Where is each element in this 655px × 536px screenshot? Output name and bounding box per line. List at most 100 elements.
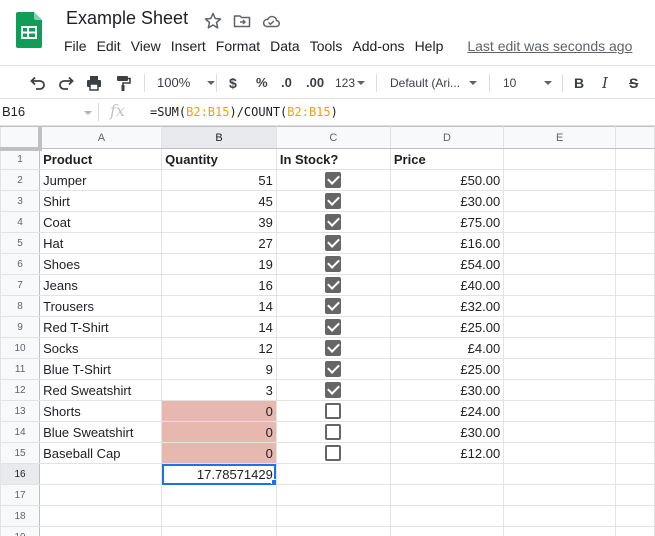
print-icon[interactable] — [84, 66, 104, 99]
column-header-c[interactable]: C — [275, 126, 391, 149]
cell-e[interactable] — [503, 484, 617, 506]
cell-price[interactable]: £24.00 — [389, 400, 505, 422]
cell-price[interactable]: £30.00 — [389, 379, 505, 401]
row-header[interactable]: 14 — [0, 421, 41, 443]
row-header[interactable]: 6 — [0, 253, 41, 275]
row-header[interactable]: 1 — [0, 148, 41, 170]
cell-in-stock[interactable] — [275, 463, 391, 485]
undo-icon[interactable] — [28, 66, 48, 99]
menu-view[interactable]: View — [131, 37, 168, 57]
increase-decimals-button[interactable]: .00 — [306, 66, 324, 99]
row-header[interactable]: 3 — [0, 190, 41, 212]
checkbox-checked[interactable] — [325, 382, 342, 399]
cell-e[interactable] — [503, 232, 617, 254]
header-cell-product[interactable]: Product — [39, 148, 163, 170]
cell-price[interactable] — [389, 526, 505, 536]
cell-e[interactable] — [503, 148, 617, 170]
cell-f[interactable] — [615, 484, 655, 506]
cell-quantity[interactable]: 3 — [161, 379, 277, 401]
cell-price[interactable]: £4.00 — [389, 337, 505, 359]
active-cell-average[interactable]: 17.78571429 — [161, 463, 277, 485]
row-header[interactable]: 4 — [0, 211, 41, 233]
checkbox-checked[interactable] — [325, 235, 342, 252]
cell-e[interactable] — [503, 211, 617, 233]
cell-product[interactable]: Shoes — [39, 253, 163, 275]
cell-quantity[interactable] — [161, 484, 277, 506]
row-header[interactable]: 12 — [0, 379, 41, 401]
cell-e[interactable] — [503, 400, 617, 422]
cell-quantity[interactable]: 19 — [161, 253, 277, 275]
cell-product[interactable]: Shorts — [39, 400, 163, 422]
cell-in-stock[interactable] — [275, 484, 391, 506]
cell-in-stock[interactable] — [275, 190, 391, 212]
menu-tools[interactable]: Tools — [310, 37, 350, 57]
row-header[interactable]: 17 — [0, 484, 41, 506]
cell-quantity[interactable]: 14 — [161, 316, 277, 338]
cell-e[interactable] — [503, 316, 617, 338]
row-header[interactable]: 2 — [0, 169, 41, 191]
cell-f[interactable] — [615, 379, 655, 401]
cell-f[interactable] — [615, 421, 655, 443]
column-header-e[interactable]: E — [503, 126, 617, 149]
cell-product[interactable] — [39, 505, 163, 527]
paint-format-icon[interactable] — [113, 66, 133, 99]
checkbox-checked[interactable] — [325, 277, 342, 294]
row-header[interactable]: 18 — [0, 505, 41, 527]
cell-f[interactable] — [615, 148, 655, 170]
decrease-decimals-button[interactable]: .0 — [281, 66, 292, 99]
column-header-b[interactable]: B — [161, 126, 277, 149]
cell-in-stock[interactable] — [275, 379, 391, 401]
menu-help[interactable]: Help — [415, 37, 451, 57]
cell-price[interactable] — [389, 484, 505, 506]
formula-input[interactable]: =SUM(B2:B15)/COUNT(B2:B15) — [150, 105, 338, 119]
row-header[interactable]: 7 — [0, 274, 41, 296]
cell-f[interactable] — [615, 505, 655, 527]
cell-in-stock[interactable] — [275, 358, 391, 380]
move-to-folder-icon[interactable] — [232, 11, 252, 31]
name-box[interactable]: B16 — [2, 104, 25, 119]
cell-e[interactable] — [503, 295, 617, 317]
cell-quantity[interactable]: 9 — [161, 358, 277, 380]
fill-handle[interactable] — [270, 479, 276, 484]
menu-file[interactable]: File — [64, 37, 94, 57]
cell-e[interactable] — [503, 337, 617, 359]
cell-price[interactable]: £30.00 — [389, 190, 505, 212]
cell-price[interactable]: £25.00 — [389, 358, 505, 380]
cell-quantity[interactable] — [161, 505, 277, 527]
cell-f[interactable] — [615, 169, 655, 191]
header-cell-quantity[interactable]: Quantity — [161, 148, 277, 170]
cell-quantity[interactable]: 0 — [161, 442, 277, 464]
cell-product[interactable]: Blue T-Shirt — [39, 358, 163, 380]
cell-quantity[interactable]: 39 — [161, 211, 277, 233]
format-percent-button[interactable]: % — [256, 66, 268, 99]
cell-in-stock[interactable] — [275, 211, 391, 233]
cell-price[interactable] — [389, 505, 505, 527]
cell-f[interactable] — [615, 232, 655, 254]
last-edit-link[interactable]: Last edit was seconds ago — [467, 37, 632, 57]
column-header-d[interactable]: D — [389, 126, 505, 149]
star-icon[interactable] — [203, 11, 223, 31]
cell-product[interactable]: Socks — [39, 337, 163, 359]
menu-edit[interactable]: Edit — [97, 37, 128, 57]
cloud-saved-icon[interactable] — [261, 11, 281, 31]
cell-f[interactable] — [615, 358, 655, 380]
checkbox-checked[interactable] — [325, 340, 342, 357]
cell-price[interactable]: £32.00 — [389, 295, 505, 317]
cell-e[interactable] — [503, 526, 617, 536]
row-header[interactable]: 13 — [0, 400, 41, 422]
cell-e[interactable] — [503, 253, 617, 275]
strikethrough-button[interactable]: S — [629, 66, 638, 99]
cell-price[interactable]: £54.00 — [389, 253, 505, 275]
cell-price[interactable]: £40.00 — [389, 274, 505, 296]
zoom-select[interactable]: 100% — [157, 66, 216, 99]
cell-e[interactable] — [503, 463, 617, 485]
cell-f[interactable] — [615, 526, 655, 536]
cell-in-stock[interactable] — [275, 295, 391, 317]
cell-product[interactable]: Blue Sweatshirt — [39, 421, 163, 443]
row-header[interactable]: 15 — [0, 442, 41, 464]
cell-e[interactable] — [503, 442, 617, 464]
checkbox-checked[interactable] — [325, 256, 342, 273]
cell-e[interactable] — [503, 358, 617, 380]
cell-f[interactable] — [615, 337, 655, 359]
row-header[interactable]: 8 — [0, 295, 41, 317]
